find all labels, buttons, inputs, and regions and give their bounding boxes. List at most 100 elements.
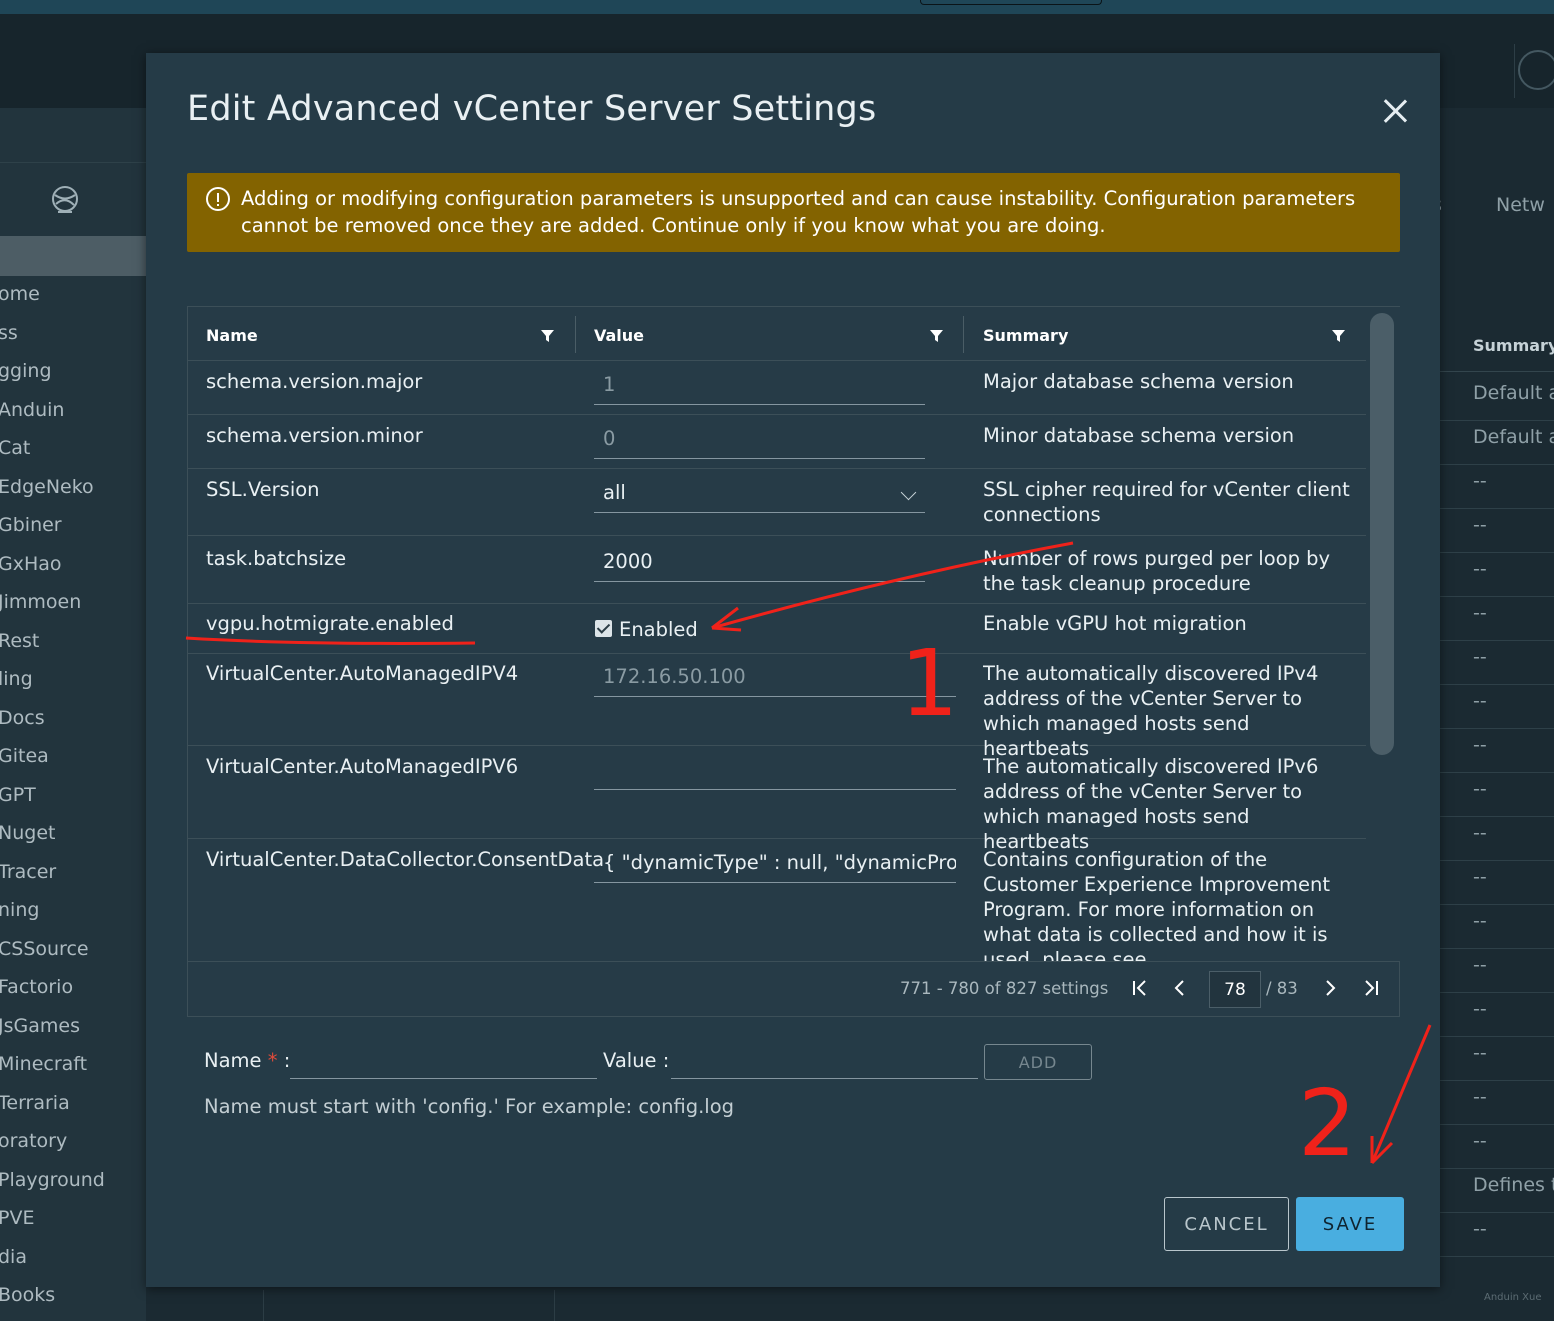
setting-value-field[interactable]: 1 <box>594 369 925 405</box>
setting-summary: Enable vGPU hot migration <box>983 612 1247 635</box>
enabled-checkbox[interactable] <box>595 620 612 637</box>
cancel-button[interactable]: CANCEL <box>1164 1197 1289 1251</box>
name-hint: Name must start with 'config.' For examp… <box>204 1095 735 1118</box>
table-row: VirtualCenter.AutoManagedIPV6 The automa… <box>188 746 1366 853</box>
value-filter-icon[interactable] <box>929 328 944 343</box>
close-icon[interactable] <box>1382 98 1408 124</box>
setting-summary: Contains configuration of the Customer E… <box>983 848 1331 961</box>
settings-grid: Name Value Summary schema.version.major … <box>187 306 1400 1017</box>
sidebar-item[interactable]: PVE <box>0 1207 34 1229</box>
bg-row-divider <box>1440 1256 1554 1257</box>
last-page-icon[interactable] <box>1360 976 1382 1000</box>
sidebar-item[interactable]: EdgeNeko <box>0 476 94 498</box>
column-header-name[interactable]: Name <box>206 307 258 361</box>
bg-summary-cell: -- <box>1473 646 1487 668</box>
next-page-icon[interactable] <box>1319 976 1341 1000</box>
sidebar-item[interactable]: Anduin <box>0 399 64 421</box>
bg-summary-cell: -- <box>1473 558 1487 580</box>
step-1-annotation: 1 <box>900 630 959 737</box>
bg-row-divider <box>1440 992 1554 993</box>
grid-header: Name Value Summary <box>188 307 1366 361</box>
sidebar-item[interactable]: GPT <box>0 784 36 806</box>
watermark: Anduin Xue <box>1484 1292 1542 1303</box>
table-row: VirtualCenter.AutoManagedIPV4 172.16.50.… <box>188 654 1366 760</box>
bg-summary-cell: -- <box>1473 1130 1487 1152</box>
setting-summary: Minor database schema version <box>983 424 1295 447</box>
setting-name: SSL.Version <box>206 478 320 501</box>
ssl-version-select[interactable]: all <box>594 477 925 513</box>
bg-summary-cell: -- <box>1473 690 1487 712</box>
previous-page-icon[interactable] <box>1169 976 1191 1000</box>
bg-row-divider <box>1440 1212 1554 1213</box>
setting-name: schema.version.minor <box>206 424 423 447</box>
bg-summary-cell: -- <box>1473 910 1487 932</box>
summary-filter-icon[interactable] <box>1331 328 1346 343</box>
column-separator[interactable] <box>963 316 964 353</box>
sidebar-item[interactable]: Jimmoen <box>0 591 81 613</box>
add-value-input[interactable] <box>671 1043 978 1079</box>
sidebar-item[interactable]: Gitea <box>0 745 49 767</box>
bg-row-divider <box>1440 464 1554 465</box>
column-separator[interactable] <box>575 316 576 353</box>
sidebar-item[interactable]: Terraria <box>0 1092 70 1114</box>
bg-summary-header: Summary <box>1473 336 1554 355</box>
setting-name: vgpu.hotmigrate.enabled <box>206 612 454 635</box>
save-button[interactable]: SAVE <box>1296 1197 1404 1251</box>
sidebar-item[interactable]: GxHao <box>0 553 62 575</box>
column-header-summary[interactable]: Summary <box>983 307 1068 361</box>
checkbox-label[interactable]: Enabled <box>619 617 819 642</box>
sidebar-item[interactable]: ling <box>0 668 33 690</box>
setting-value-field[interactable]: 0 <box>594 423 925 459</box>
sidebar-item[interactable]: CSSource <box>0 938 89 960</box>
sidebar-divider <box>0 162 146 163</box>
dialog-title: Edit Advanced vCenter Server Settings <box>187 89 877 129</box>
table-row: VirtualCenter.DataCollector.ConsentData … <box>188 839 1366 961</box>
sidebar-item[interactable]: Tracer <box>0 861 56 883</box>
first-page-icon[interactable] <box>1129 976 1151 1000</box>
name-filter-icon[interactable] <box>540 328 555 343</box>
pagination-range: 771 - 780 of 827 settings <box>900 979 1109 998</box>
sidebar-item[interactable]: Playground <box>0 1169 105 1191</box>
add-button[interactable]: ADD <box>984 1044 1092 1080</box>
sidebar-item[interactable]: Cat <box>0 437 30 459</box>
table-row: schema.version.minor 0 Minor database sc… <box>188 415 1366 469</box>
setting-summary: SSL cipher required for vCenter client c… <box>983 478 1350 526</box>
bg-row-divider <box>1440 684 1554 685</box>
bg-summary-cell: -- <box>1473 866 1487 888</box>
setting-name: VirtualCenter.DataCollector.ConsentData <box>206 848 605 871</box>
sidebar-item[interactable]: Factorio <box>0 976 73 998</box>
bg-row-divider <box>1440 596 1554 597</box>
bg-summary-cell: -- <box>1473 1086 1487 1108</box>
sidebar-item[interactable]: gging <box>0 360 52 382</box>
sidebar-item[interactable]: ome <box>0 283 40 305</box>
scrollbar-thumb[interactable] <box>1370 313 1394 755</box>
column-header-value[interactable]: Value <box>594 307 644 361</box>
sidebar-item[interactable]: Gbiner <box>0 514 62 536</box>
user-avatar-icon[interactable] <box>1518 50 1554 90</box>
page-number-input[interactable] <box>1209 971 1261 1008</box>
sidebar-item[interactable]: Minecraft <box>0 1053 87 1075</box>
background-content <box>1440 108 1554 1321</box>
sidebar-item[interactable]: Docs <box>0 707 45 729</box>
setting-value-field[interactable]: { "dynamicType" : null, "dynamicPro <box>594 847 956 883</box>
sidebar-item[interactable]: ning <box>0 899 39 921</box>
bg-summary-cell: -- <box>1473 514 1487 536</box>
sidebar-selected-item[interactable] <box>0 236 146 276</box>
sidebar-item[interactable]: ss <box>0 322 18 344</box>
setting-value-field[interactable]: 2000 <box>594 546 925 582</box>
table-row: task.batchsize 2000 Number of rows purge… <box>188 536 1366 604</box>
sidebar-item[interactable]: Books <box>0 1284 55 1306</box>
sidebar-item[interactable]: oratory <box>0 1130 67 1152</box>
add-name-input[interactable] <box>290 1043 597 1079</box>
sidebar-item[interactable]: Nuget <box>0 822 55 844</box>
bg-row-divider <box>1440 816 1554 817</box>
setting-value-field[interactable] <box>594 754 956 790</box>
sidebar-item[interactable]: dia <box>0 1246 27 1268</box>
required-mark: * <box>267 1049 278 1072</box>
sidebar-item[interactable]: Rest <box>0 630 39 652</box>
sidebar-item[interactable]: JsGames <box>0 1015 80 1037</box>
bg-summary-cell: -- <box>1473 998 1487 1020</box>
bg-row-divider <box>1440 1036 1554 1037</box>
globe-icon[interactable] <box>50 184 80 214</box>
bg-tab-network[interactable]: Netw <box>1496 194 1545 216</box>
